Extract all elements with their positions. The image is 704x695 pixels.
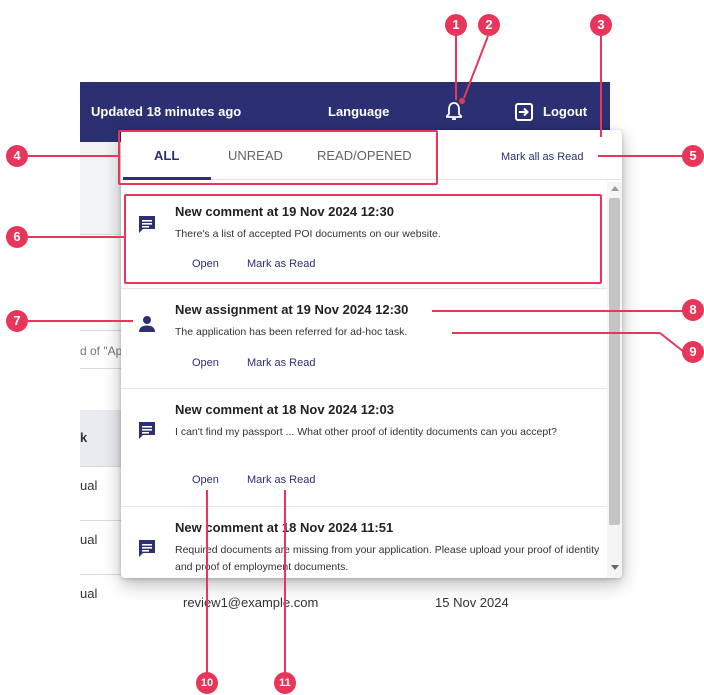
annotation-badge: 6 bbox=[6, 226, 28, 248]
annotation-badge: 8 bbox=[682, 299, 704, 321]
annotation-badge: 3 bbox=[590, 14, 612, 36]
annotation-badge: 4 bbox=[6, 145, 28, 167]
annotation-badge: 5 bbox=[682, 145, 704, 167]
annotation-badge: 9 bbox=[682, 341, 704, 363]
annotation-badge: 1 bbox=[445, 14, 467, 36]
annotation-badge: 11 bbox=[274, 672, 296, 694]
annotation-badge: 7 bbox=[6, 310, 28, 332]
annotation-lines bbox=[28, 35, 685, 673]
annotation-badge: 10 bbox=[196, 672, 218, 694]
annotation-badge: 2 bbox=[478, 14, 500, 36]
